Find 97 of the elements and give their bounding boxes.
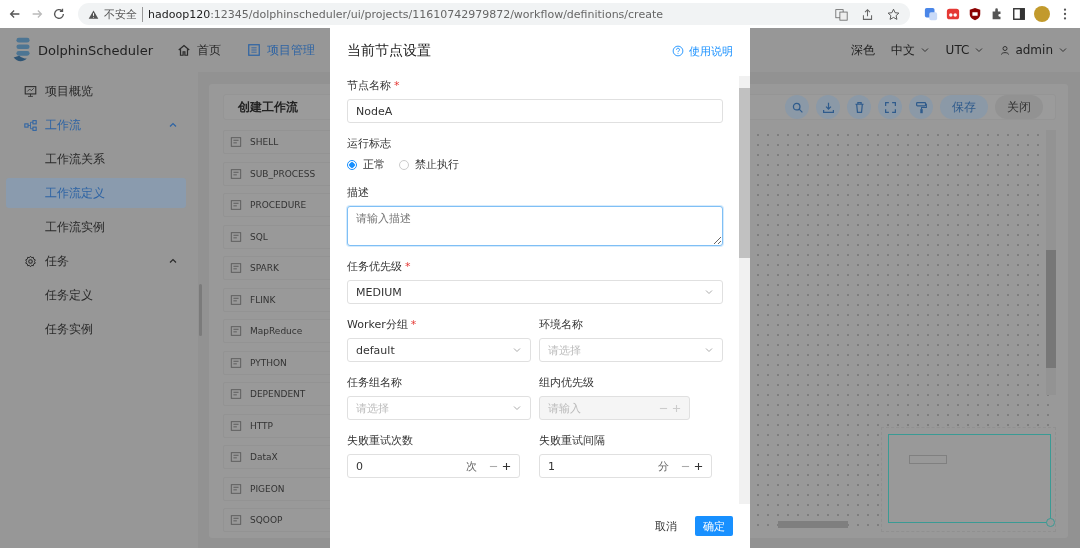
trash-icon	[852, 100, 866, 114]
number-input[interactable]: 0 次	[347, 454, 520, 478]
help-link[interactable]: 使用说明	[672, 43, 733, 59]
chevron-down-icon	[1058, 45, 1068, 55]
search-icon	[790, 100, 804, 114]
timezone-dropdown[interactable]: UTC	[945, 43, 985, 57]
document-icon	[230, 262, 242, 274]
chevron-down-icon	[512, 403, 522, 413]
save-button[interactable]: 保存	[940, 95, 988, 119]
field-label: 组内优先级	[539, 375, 595, 390]
resize-handle[interactable]	[1046, 518, 1055, 527]
required-asterisk: *	[405, 260, 411, 273]
required-asterisk: *	[410, 318, 417, 331]
search-button[interactable]	[785, 95, 809, 119]
format-button[interactable]	[909, 95, 933, 119]
document-icon	[230, 325, 242, 337]
field-label: 环境名称	[539, 317, 584, 332]
delete-button[interactable]	[847, 95, 871, 119]
flow-icon	[24, 118, 37, 132]
document-icon	[230, 293, 242, 306]
document-icon	[230, 451, 242, 463]
language-dropdown[interactable]: 中文	[890, 41, 930, 59]
paint-roller-icon	[914, 100, 928, 114]
document-icon	[230, 388, 242, 400]
warning-icon	[88, 8, 99, 20]
url-text: hadoop120:12345/dolphinscheduler/ui/projects/11610742979872/workflow/definitions/create	[148, 7, 664, 21]
select-field[interactable]: MEDIUM	[347, 280, 723, 304]
document-icon	[230, 514, 242, 526]
reload-icon[interactable]	[52, 7, 66, 21]
forward-arrow-icon[interactable]	[30, 7, 44, 21]
translate-icon[interactable]	[835, 7, 848, 21]
document-icon	[230, 419, 242, 432]
download-button[interactable]	[816, 95, 840, 119]
cancel-button[interactable]: 取消	[649, 517, 683, 535]
radio-option[interactable]: 禁止执行	[399, 157, 459, 172]
document-icon	[230, 356, 242, 369]
drawer-title: 当前节点设置	[347, 42, 431, 60]
workflow-title: 创建工作流	[237, 98, 298, 116]
sidebar-subitem[interactable]: 工作流实例	[6, 212, 186, 242]
close-button[interactable]: 关闭	[995, 95, 1043, 119]
unit-label: 次	[465, 458, 477, 474]
sidebar-subitem[interactable]: 任务实例	[6, 314, 186, 344]
select-field[interactable]: default	[347, 338, 531, 362]
plus-icon[interactable]	[501, 461, 511, 471]
document-icon	[230, 136, 242, 148]
sidebar-subitem[interactable]: 任务定义	[6, 280, 186, 310]
side-panel-icon[interactable]	[1012, 7, 1026, 21]
caret-icon	[168, 256, 178, 266]
chevron-down-icon	[512, 345, 522, 355]
sidebar-item[interactable]: 项目概览	[6, 76, 186, 106]
document-icon	[230, 167, 242, 180]
translate-extension-icon[interactable]	[924, 7, 938, 21]
question-icon	[672, 45, 684, 57]
document-icon	[230, 199, 242, 211]
horizontal-scrollbar-thumb[interactable]	[778, 521, 848, 528]
field-label: 失败重试间隔	[539, 433, 606, 448]
user-dropdown[interactable]: admin	[1000, 43, 1068, 57]
field-label: 节点名称 *	[347, 78, 401, 93]
user-icon	[1000, 45, 1011, 55]
plus-icon[interactable]	[693, 461, 703, 471]
drawer-scrollbar[interactable]	[739, 76, 750, 504]
star-icon[interactable]	[887, 7, 900, 21]
fullscreen-button[interactable]	[878, 95, 902, 119]
address-bar[interactable]: 不安全 hadoop120:12345/dolphinscheduler/ui/projects/11610742979872/workflow/definitions/create	[78, 3, 910, 25]
puzzle-icon[interactable]	[990, 7, 1004, 21]
caret-icon	[168, 120, 178, 130]
input-field[interactable]: NodeA	[347, 99, 723, 123]
document-icon	[230, 230, 242, 243]
shield-icon[interactable]	[968, 7, 982, 21]
extension-icon[interactable]	[946, 7, 960, 21]
security-label: 不安全	[104, 6, 143, 22]
nav-item[interactable]: 首页	[177, 41, 221, 59]
document-icon	[230, 482, 242, 495]
node-thumbnail	[909, 455, 947, 464]
monitor-icon	[24, 84, 37, 98]
required-asterisk: *	[394, 79, 400, 92]
vertical-scrollbar[interactable]	[1046, 130, 1056, 395]
confirm-button[interactable]: 确定	[695, 516, 733, 536]
share-icon[interactable]	[861, 7, 874, 21]
number-input[interactable]: 1 分	[539, 454, 712, 478]
avatar[interactable]	[1034, 6, 1050, 22]
sidebar-item[interactable]: 任务	[6, 246, 186, 276]
chevron-down-icon	[919, 45, 930, 55]
textarea-field[interactable]: 请输入描述	[347, 206, 723, 246]
brand-name: DolphinScheduler	[38, 42, 153, 58]
sidebar-subitem[interactable]: 工作流关系	[6, 144, 186, 174]
chevron-down-icon	[704, 345, 714, 355]
chevron-down-icon	[974, 45, 985, 55]
gear-icon	[24, 254, 37, 268]
chevron-down-icon	[704, 287, 714, 297]
unit-label: 分	[657, 458, 669, 474]
back-arrow-icon[interactable]	[8, 7, 22, 21]
fullscreen-icon	[883, 100, 897, 114]
list-icon	[247, 43, 261, 57]
home-icon	[177, 43, 191, 57]
download-icon	[821, 100, 835, 114]
theme-toggle[interactable]: 深色	[850, 41, 875, 59]
